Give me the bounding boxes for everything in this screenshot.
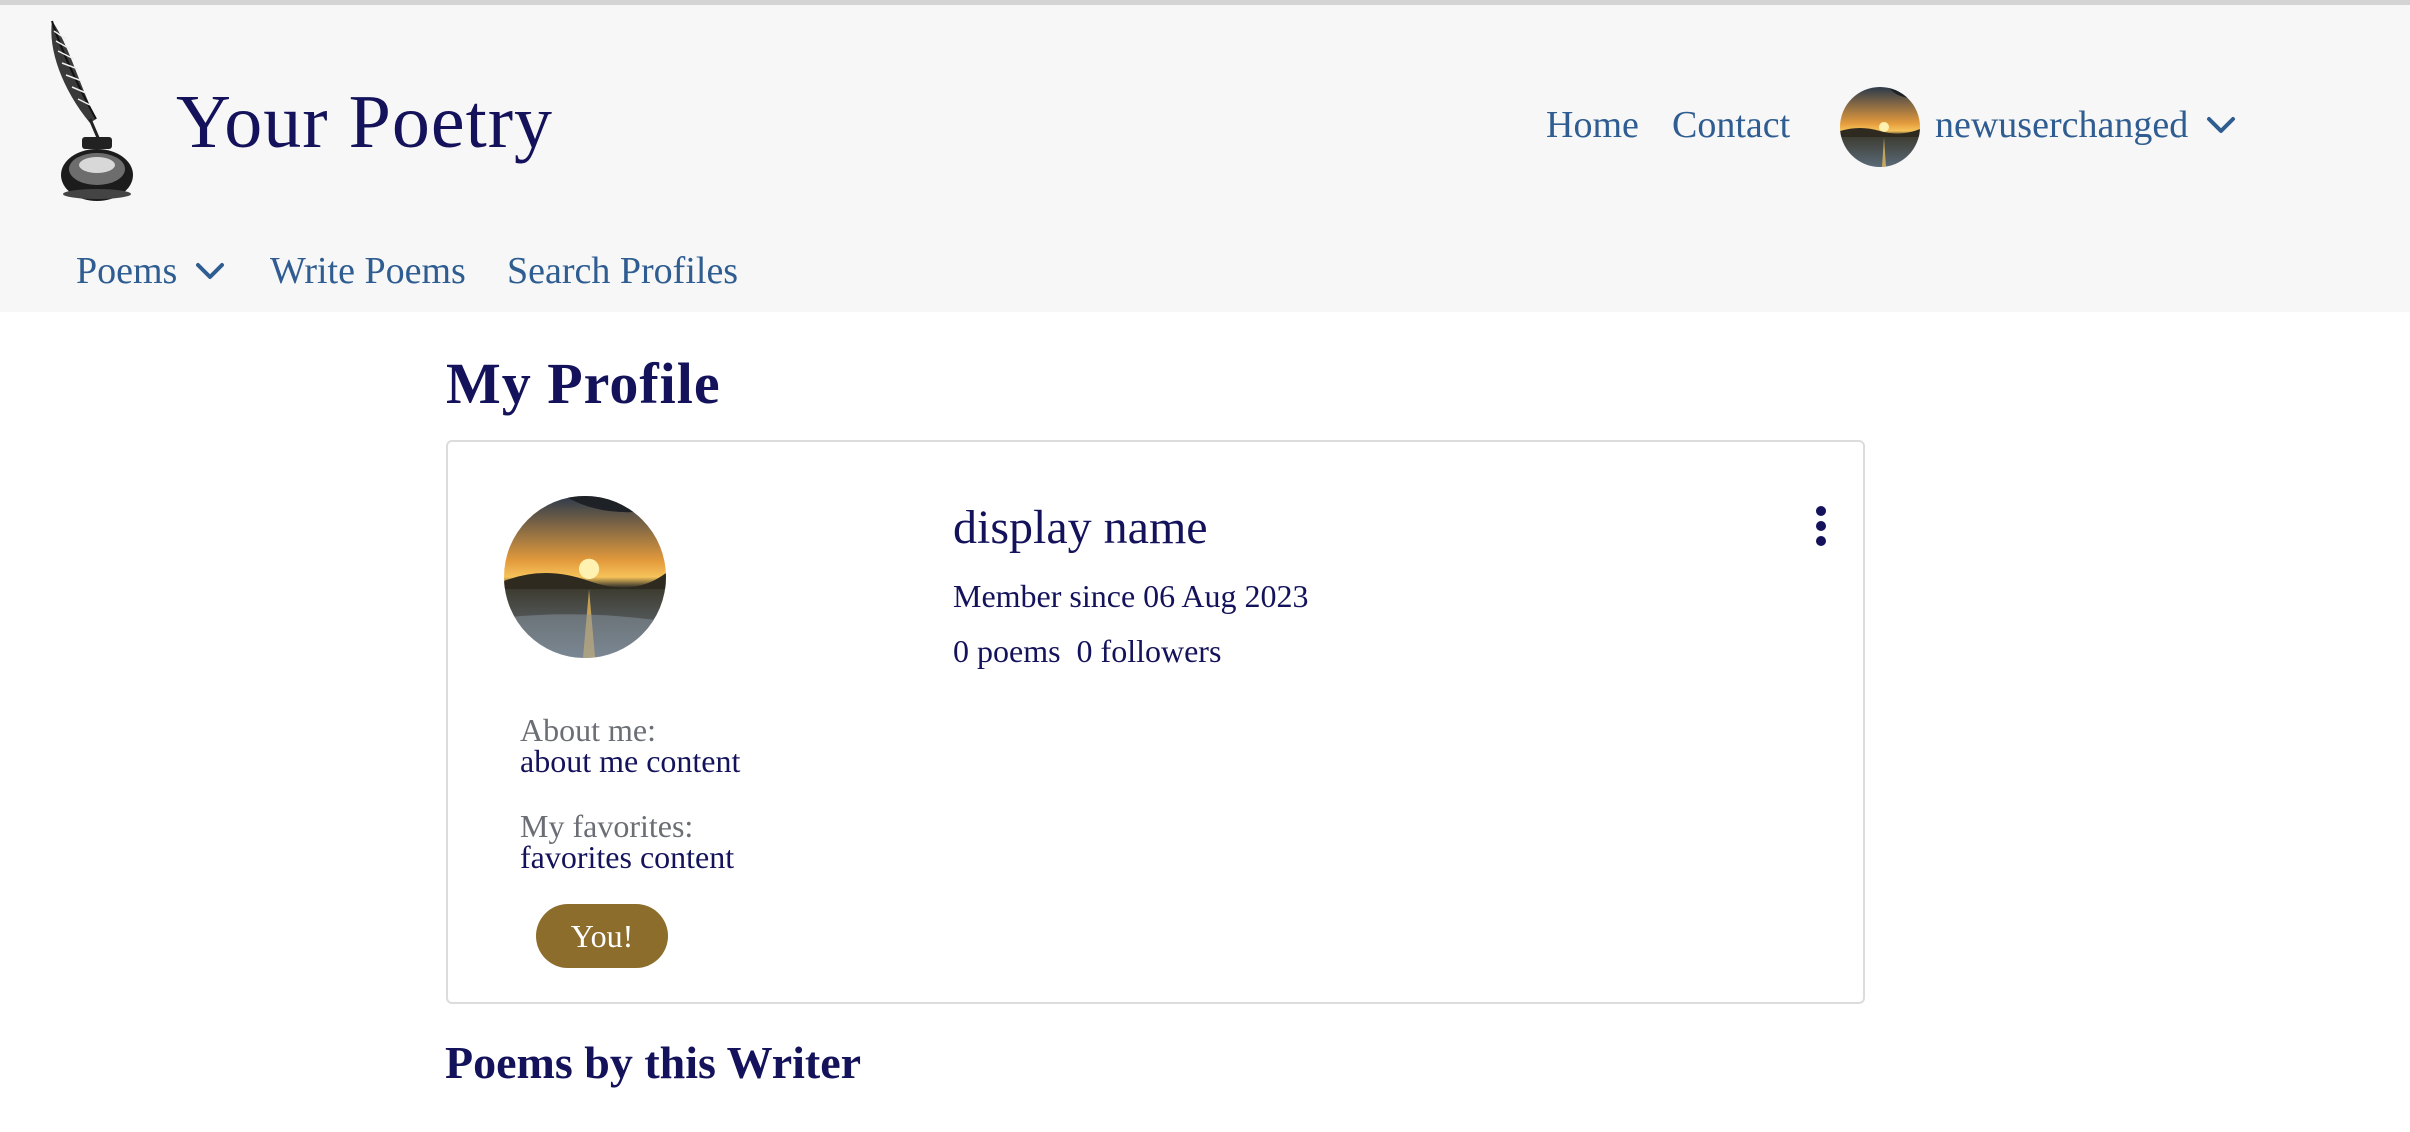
member-since: Member since 06 Aug 2023 — [953, 578, 1309, 614]
profile-display-name: display name — [953, 501, 1208, 554]
profile-stats: 0 poems 0 followers — [953, 633, 1222, 669]
quill-inkwell-logo[interactable] — [44, 19, 144, 201]
nav-home-link[interactable]: Home — [1546, 103, 1639, 147]
site-title[interactable]: Your Poetry — [176, 79, 553, 166]
poems-section-title: Poems by this Writer — [445, 1037, 862, 1088]
username-label: newuserchanged — [1935, 104, 2189, 146]
chevron-down-icon — [2207, 117, 2236, 133]
nav-poems-label: Poems — [76, 250, 178, 292]
nav-search-profiles-link[interactable]: Search Profiles — [507, 249, 738, 293]
about-me-content: about me content — [520, 743, 741, 779]
page-title: My Profile — [446, 351, 721, 416]
profile-avatar — [504, 496, 666, 658]
sunset-avatar-image — [1840, 87, 1920, 167]
nav-write-poems-link[interactable]: Write Poems — [270, 249, 466, 293]
kebab-menu-icon[interactable] — [1808, 504, 1834, 548]
you-badge: You! — [536, 904, 668, 968]
sunset-avatar-image — [504, 496, 666, 658]
favorites-content: favorites content — [520, 839, 735, 875]
user-menu-toggle[interactable]: newuserchanged — [1935, 103, 2236, 147]
nav-contact-link[interactable]: Contact — [1672, 103, 1790, 147]
avatar[interactable] — [1840, 87, 1920, 167]
chevron-down-icon — [196, 263, 225, 279]
site-header: Your Poetry Home Contact newuserchanged — [0, 5, 2410, 312]
nav-poems-dropdown[interactable]: Poems — [76, 249, 225, 293]
profile-card: display name Member since 06 Aug 2023 0 … — [446, 440, 1865, 1004]
